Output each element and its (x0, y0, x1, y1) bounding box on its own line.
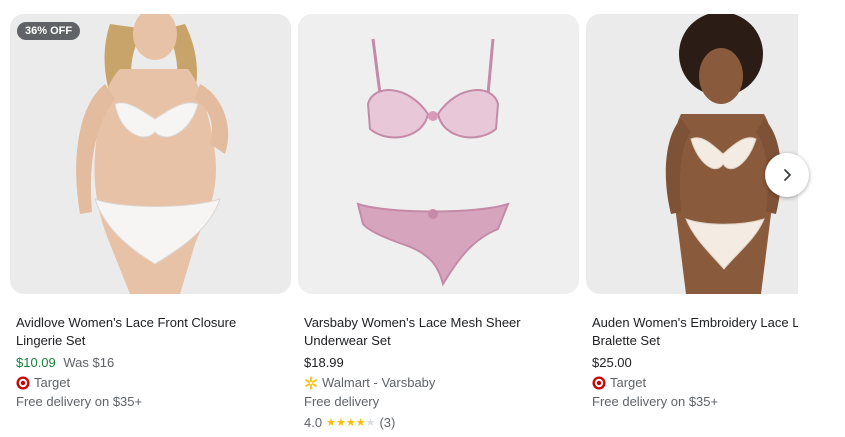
product-image[interactable]: 36% OFF (10, 14, 291, 294)
price-row: $18.99 (304, 354, 573, 372)
product-title[interactable]: Avidlove Women's Lace Front Closure Ling… (16, 314, 285, 350)
walmart-spark-icon (305, 376, 317, 390)
star-icon: ★ (335, 416, 346, 429)
price-row: $10.09 Was $16 (16, 354, 285, 372)
seller-name: Target (34, 375, 71, 390)
delivery-info: Free delivery on $35+ (16, 394, 143, 409)
target-logo-icon (16, 376, 30, 390)
product-card[interactable]: 36% OFF Avidlove Women's Lace Front Clos… (10, 14, 291, 434)
star-icon: ★ (345, 416, 356, 429)
price-row: $25.00 (592, 354, 798, 372)
product-title-text: Auden Women's Embroidery Lace L Bralette… (592, 315, 798, 348)
review-count: (3) (379, 415, 396, 430)
product-image[interactable] (298, 14, 579, 294)
rating-row[interactable]: 4.0 ★★★★★ (3) (304, 414, 573, 432)
product-image[interactable] (586, 14, 798, 294)
star-icon: ★ (355, 416, 366, 429)
target-logo-icon (592, 376, 606, 390)
star-empty-icon: ★ (365, 416, 376, 429)
was-price: Was $16 (63, 355, 115, 370)
sale-price: $10.09 (16, 355, 56, 370)
product-card[interactable]: Varsbaby Women's Lace Mesh Sheer Underwe… (298, 14, 579, 434)
star-icon: ★ (326, 416, 336, 429)
product-title[interactable]: Varsbaby Women's Lace Mesh Sheer Underwe… (304, 314, 573, 350)
product-card[interactable]: Auden Women's Embroidery Lace L Bralette… (586, 14, 798, 434)
delivery-info: Free delivery (304, 394, 380, 409)
seller-name: Walmart - Varsbaby (322, 375, 436, 390)
price: $18.99 (304, 355, 344, 370)
product-carousel: 36% OFF Avidlove Women's Lace Front Clos… (0, 0, 798, 437)
chevron-right-icon (784, 169, 791, 181)
seller-row: Target (592, 374, 798, 392)
rating-value: 4.0 (304, 415, 323, 430)
discount-badge: 36% OFF (17, 22, 81, 40)
delivery-info: Free delivery on $35+ (592, 394, 719, 409)
price: $25.00 (592, 355, 632, 370)
seller-row: Walmart - Varsbaby (304, 374, 573, 392)
star-rating: ★★★★★ (326, 414, 375, 432)
seller-name: Target (610, 375, 647, 390)
seller-row: Target (16, 374, 285, 392)
carousel-next-button[interactable] (765, 153, 809, 197)
product-title[interactable]: Auden Women's Embroidery Lace L Bralette… (592, 314, 798, 350)
